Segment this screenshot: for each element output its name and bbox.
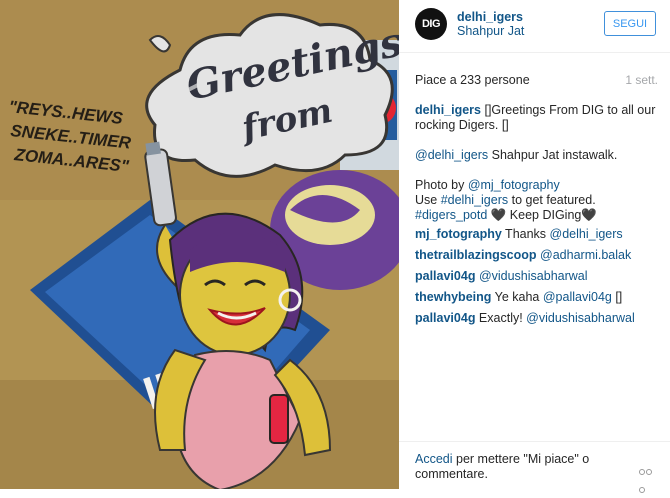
caption-featured: to get featured.: [508, 193, 596, 207]
login-prompt: Accedi per mettere "Mi piace" o commenta…: [415, 452, 610, 482]
dot-icon: [639, 469, 645, 475]
post-footer: Accedi per mettere "Mi piace" o commenta…: [399, 441, 670, 493]
caption-username[interactable]: delhi_igers: [415, 103, 481, 117]
caption-mention-2[interactable]: @mj_fotography: [468, 178, 560, 192]
comment-item: pallavi04g @vidushisabharwal: [415, 269, 660, 284]
comment-tail: []: [611, 290, 623, 304]
post-sidebar: DIG delhi_igers Shahpur Jat SEGUI Piace …: [399, 0, 670, 493]
caption-hashtag-2[interactable]: #digers_potd: [415, 208, 487, 222]
mural-illustration: INDI Greetings from "REYS..HEWS SNEKE..T…: [0, 0, 399, 489]
caption-use: Use: [415, 193, 441, 207]
comment-username[interactable]: mj_fotography: [415, 227, 502, 241]
comment-username[interactable]: thewhybeing: [415, 290, 491, 304]
comment-item: thetrailblazingscoop @adharmi.balak: [415, 248, 660, 263]
comment-item: mj_fotography Thanks @delhi_igers: [415, 227, 660, 242]
author-username[interactable]: delhi_igers: [457, 10, 523, 24]
comment-list: delhi_igers []Greetings From DIG to all …: [415, 103, 660, 332]
caption-text-2: Shahpur Jat instawalk.: [488, 148, 618, 162]
comment-text: Thanks: [501, 227, 550, 241]
dot-icon: [646, 469, 652, 475]
caption-paragraph-1: delhi_igers []Greetings From DIG to all …: [415, 103, 660, 133]
comment-username[interactable]: pallavi04g: [415, 269, 475, 283]
instagram-post: INDI Greetings from "REYS..HEWS SNEKE..T…: [0, 0, 670, 493]
caption-keep: 🖤 Keep DIGing🖤: [487, 208, 597, 222]
post-photo[interactable]: INDI Greetings from "REYS..HEWS SNEKE..T…: [0, 0, 399, 489]
post-time[interactable]: 1 sett.: [625, 73, 658, 87]
comment-mention[interactable]: @delhi_igers: [550, 227, 623, 241]
post-location[interactable]: Shahpur Jat: [457, 24, 524, 38]
login-link[interactable]: Accedi: [415, 452, 453, 466]
caption-mention-1[interactable]: @delhi_igers: [415, 148, 488, 162]
comment-item: thewhybeing Ye kaha @pallavi04g []: [415, 290, 660, 305]
avatar[interactable]: DIG: [415, 8, 447, 40]
caption-paragraph-3: Photo by @mj_fotography Use #delhi_igers …: [415, 178, 660, 223]
post-header: DIG delhi_igers Shahpur Jat SEGUI: [399, 0, 670, 53]
likes-count[interactable]: Piace a 233 persone: [415, 73, 530, 87]
comment-mention[interactable]: @pallavi04g: [543, 290, 612, 304]
comment-text: Exactly!: [475, 311, 527, 325]
comment-username[interactable]: thetrailblazingscoop: [415, 248, 537, 262]
comment-mention[interactable]: @vidushisabharwal: [526, 311, 635, 325]
comment-item: pallavi04g Exactly! @vidushisabharwal: [415, 311, 660, 326]
more-options-icon[interactable]: [639, 462, 659, 493]
caption-paragraph-2: @delhi_igers Shahpur Jat instawalk.: [415, 148, 660, 163]
dot-icon: [639, 487, 645, 493]
caption-hashtag-1[interactable]: #delhi_igers: [441, 193, 508, 207]
comment-text: Ye kaha: [491, 290, 543, 304]
caption: delhi_igers []Greetings From DIG to all …: [415, 103, 660, 223]
comment-username[interactable]: pallavi04g: [415, 311, 475, 325]
caption-photo-by: Photo by: [415, 178, 468, 192]
follow-button[interactable]: SEGUI: [604, 11, 656, 36]
comment-mention[interactable]: @vidushisabharwal: [479, 269, 588, 283]
comment-mention[interactable]: @adharmi.balak: [540, 248, 631, 262]
